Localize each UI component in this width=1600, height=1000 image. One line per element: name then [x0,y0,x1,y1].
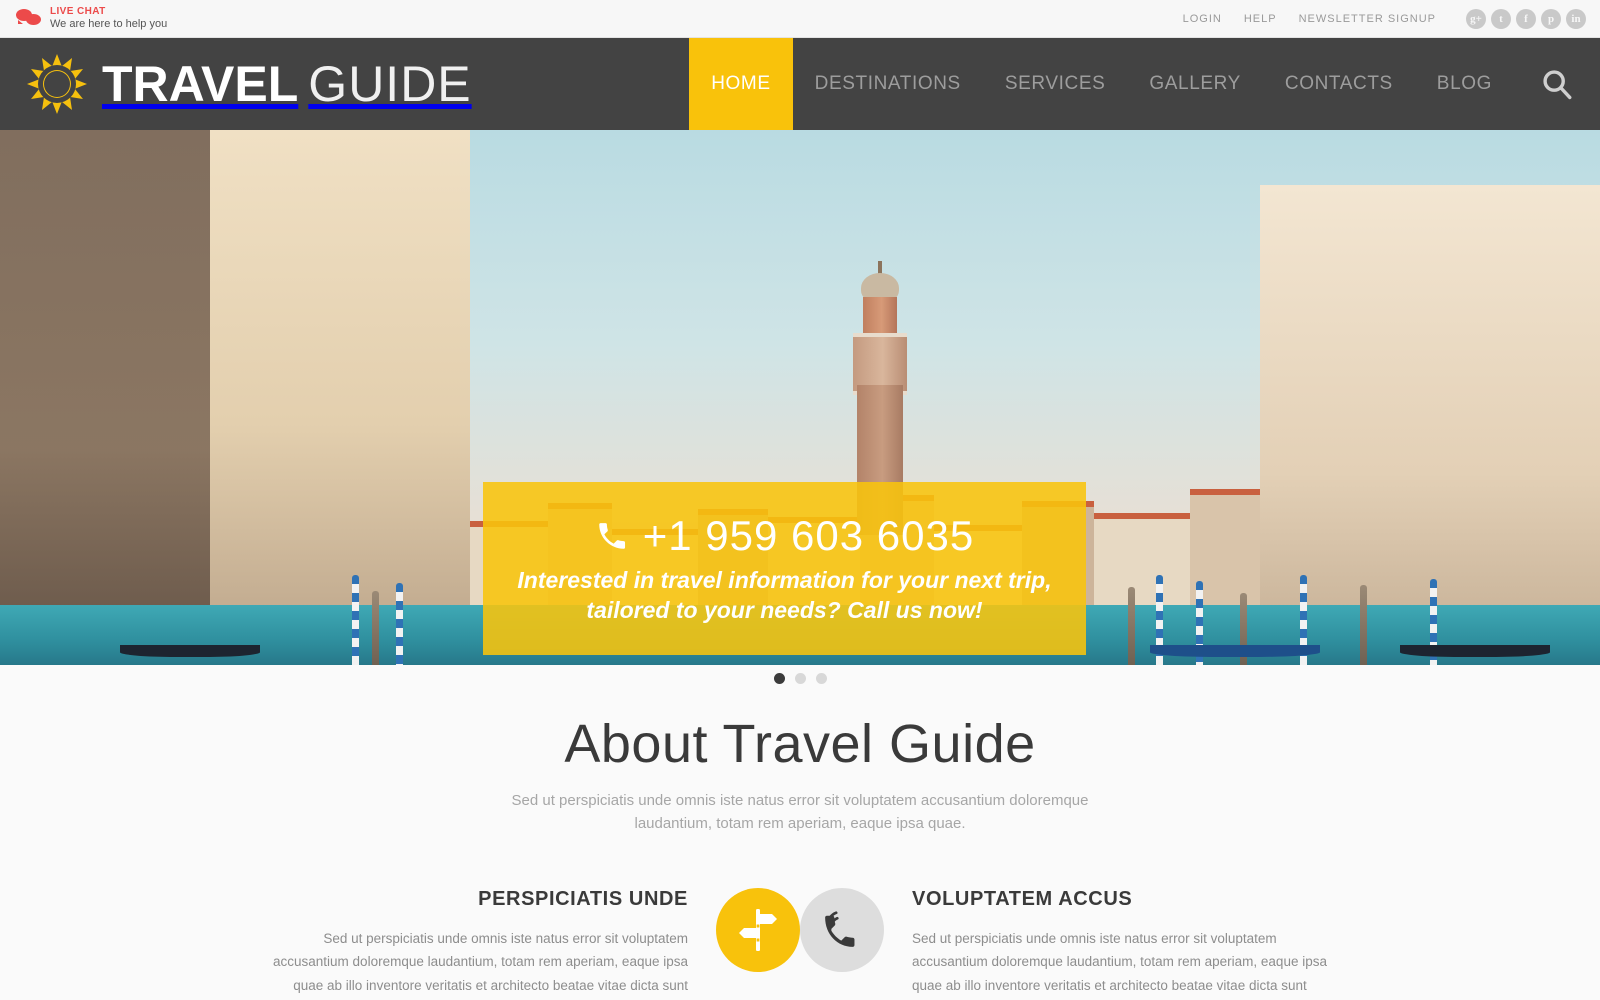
chat-bubbles-icon [16,8,42,28]
site-logo[interactable]: TRAVEL GUIDE [0,38,472,130]
feature-text: Sed ut perspiciatis unde omnis iste natu… [912,930,1327,993]
ringing-phone-icon [800,887,884,972]
nav-item-blog[interactable]: BLOG [1415,38,1514,130]
about-section: About Travel Guide Sed ut perspiciatis u… [0,665,1600,1000]
twitter-icon[interactable]: t [1491,9,1511,29]
top-bar: LIVE CHAT We are here to help you LOGIN … [0,0,1600,38]
logo-word-travel: TRAVEL [102,56,299,112]
top-bar-right: LOGIN HELP NEWSLETTER SIGNUP g+ t f p in [1183,0,1586,38]
feature-title: PERSPICIATIS UNDE [478,887,688,910]
nav-item-gallery[interactable]: GALLERY [1127,38,1263,130]
logo-word-guide: GUIDE [308,56,472,112]
about-subtitle: Sed ut perspiciatis unde omnis iste natu… [511,792,1089,833]
social-links: g+ t f p in [1466,9,1586,29]
features-row: PERSPICIATIS UNDE Sed ut perspiciatis un… [0,887,1600,1000]
signpost-icon [716,887,800,972]
nav-item-contacts[interactable]: CONTACTS [1263,38,1415,130]
facebook-icon[interactable]: f [1516,9,1536,29]
feature-voluptatem-accus: VOLUPTATEM ACCUS Sed ut perspiciatis und… [800,887,1350,1000]
top-link-help[interactable]: HELP [1244,13,1277,25]
slider-dots [0,673,1600,693]
top-link-newsletter-signup[interactable]: NEWSLETTER SIGNUP [1299,13,1436,25]
search-icon[interactable] [1514,38,1600,130]
site-header: TRAVEL GUIDE HOME DESTINATIONS SERVICES … [0,38,1600,130]
top-link-login[interactable]: LOGIN [1183,13,1222,25]
phone-icon [599,522,625,549]
slider-dot-2[interactable] [794,673,806,684]
feature-perspiciatis-unde: PERSPICIATIS UNDE Sed ut perspiciatis un… [250,887,800,1000]
hero-tagline: Interested in travel information for you… [517,566,1051,626]
pinterest-icon[interactable]: p [1541,9,1561,29]
page-title: About Travel Guide [564,714,1036,774]
hero-tagline-line2: tailored to your needs? Call us now! [586,596,983,623]
live-chat-title: LIVE CHAT [50,6,106,18]
nav-item-home[interactable]: HOME [689,38,793,130]
hero-tagline-line1: Interested in travel information for you… [517,566,1052,593]
hero-callout-band: +1 959 603 6035 Interested in travel inf… [483,482,1086,655]
main-navigation: HOME DESTINATIONS SERVICES GALLERY CONTA… [689,38,1600,130]
hero-phone-row[interactable]: +1 959 603 6035 [595,512,974,560]
nav-item-destinations[interactable]: DESTINATIONS [793,38,983,130]
hero-slider: +1 959 603 6035 Interested in travel inf… [0,130,1600,665]
live-chat-widget[interactable]: LIVE CHAT We are here to help you [0,6,167,30]
google-plus-icon[interactable]: g+ [1466,9,1486,29]
sun-icon [26,53,88,115]
live-chat-subtitle: We are here to help you [50,17,168,30]
feature-title: VOLUPTATEM ACCUS [912,887,1133,910]
slider-dot-3[interactable] [815,673,827,684]
hero-phone-number: +1 959 603 6035 [642,511,975,559]
feature-text: Sed ut perspiciatis unde omnis iste natu… [273,930,688,993]
slider-dot-1[interactable] [773,673,785,684]
top-links: LOGIN HELP NEWSLETTER SIGNUP [1183,13,1436,25]
linkedin-icon[interactable]: in [1566,9,1586,29]
nav-item-services[interactable]: SERVICES [983,38,1128,130]
